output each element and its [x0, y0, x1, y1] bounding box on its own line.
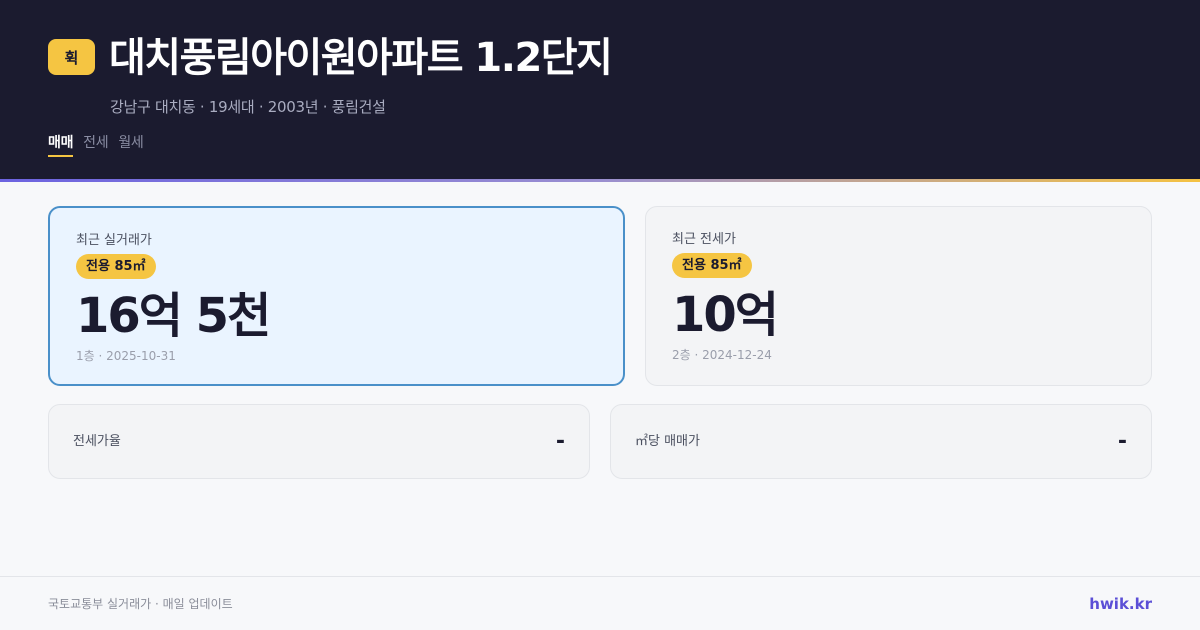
page-header: 휙 대치풍림아이원아파트 1.2단지 강남구 대치동 · 19세대 · 2003…: [0, 0, 1200, 179]
stat-label: ㎡당 매매가: [635, 434, 700, 449]
card-label: 최근 실거래가: [76, 233, 152, 248]
jeonse-meta: 2층 · 2024-12-24: [672, 348, 772, 362]
page-title: 대치풍림아이원아파트 1.2단지: [109, 35, 613, 81]
stat-value: -: [555, 429, 565, 454]
tab-jeonse[interactable]: 전세: [83, 133, 108, 157]
area-badge: 전용 85㎡: [672, 253, 752, 278]
page-subtitle: 강남구 대치동 · 19세대 · 2003년 · 풍림건설: [110, 98, 386, 116]
card-label: 최근 전세가: [672, 232, 736, 247]
area-badge: 전용 85㎡: [76, 254, 156, 279]
jeonse-price: 10억: [672, 287, 779, 343]
header-accent-bar: [0, 179, 1200, 182]
tab-sale[interactable]: 매매: [48, 133, 73, 157]
stat-label: 전세가율: [73, 434, 121, 449]
logo-badge[interactable]: 휙: [48, 39, 95, 75]
sale-meta: 1층 · 2025-10-31: [76, 349, 176, 363]
price-per-m2-stat: ㎡당 매매가 -: [610, 404, 1152, 479]
footer-divider: [0, 576, 1200, 577]
jeonse-ratio-stat: 전세가율 -: [48, 404, 590, 479]
deal-type-tabs: 매매 전세 월세: [48, 133, 144, 157]
sale-price: 16억 5천: [76, 288, 271, 344]
recent-sale-card[interactable]: 최근 실거래가 전용 85㎡ 16억 5천 1층 · 2025-10-31: [48, 206, 625, 386]
stat-value: -: [1117, 429, 1127, 454]
tab-monthly-rent[interactable]: 월세: [118, 133, 143, 157]
footer-source: 국토교통부 실거래가 · 매일 업데이트: [48, 597, 233, 611]
recent-jeonse-card[interactable]: 최근 전세가 전용 85㎡ 10억 2층 · 2024-12-24: [645, 206, 1152, 386]
footer-brand-link[interactable]: hwik.kr: [1089, 594, 1152, 614]
